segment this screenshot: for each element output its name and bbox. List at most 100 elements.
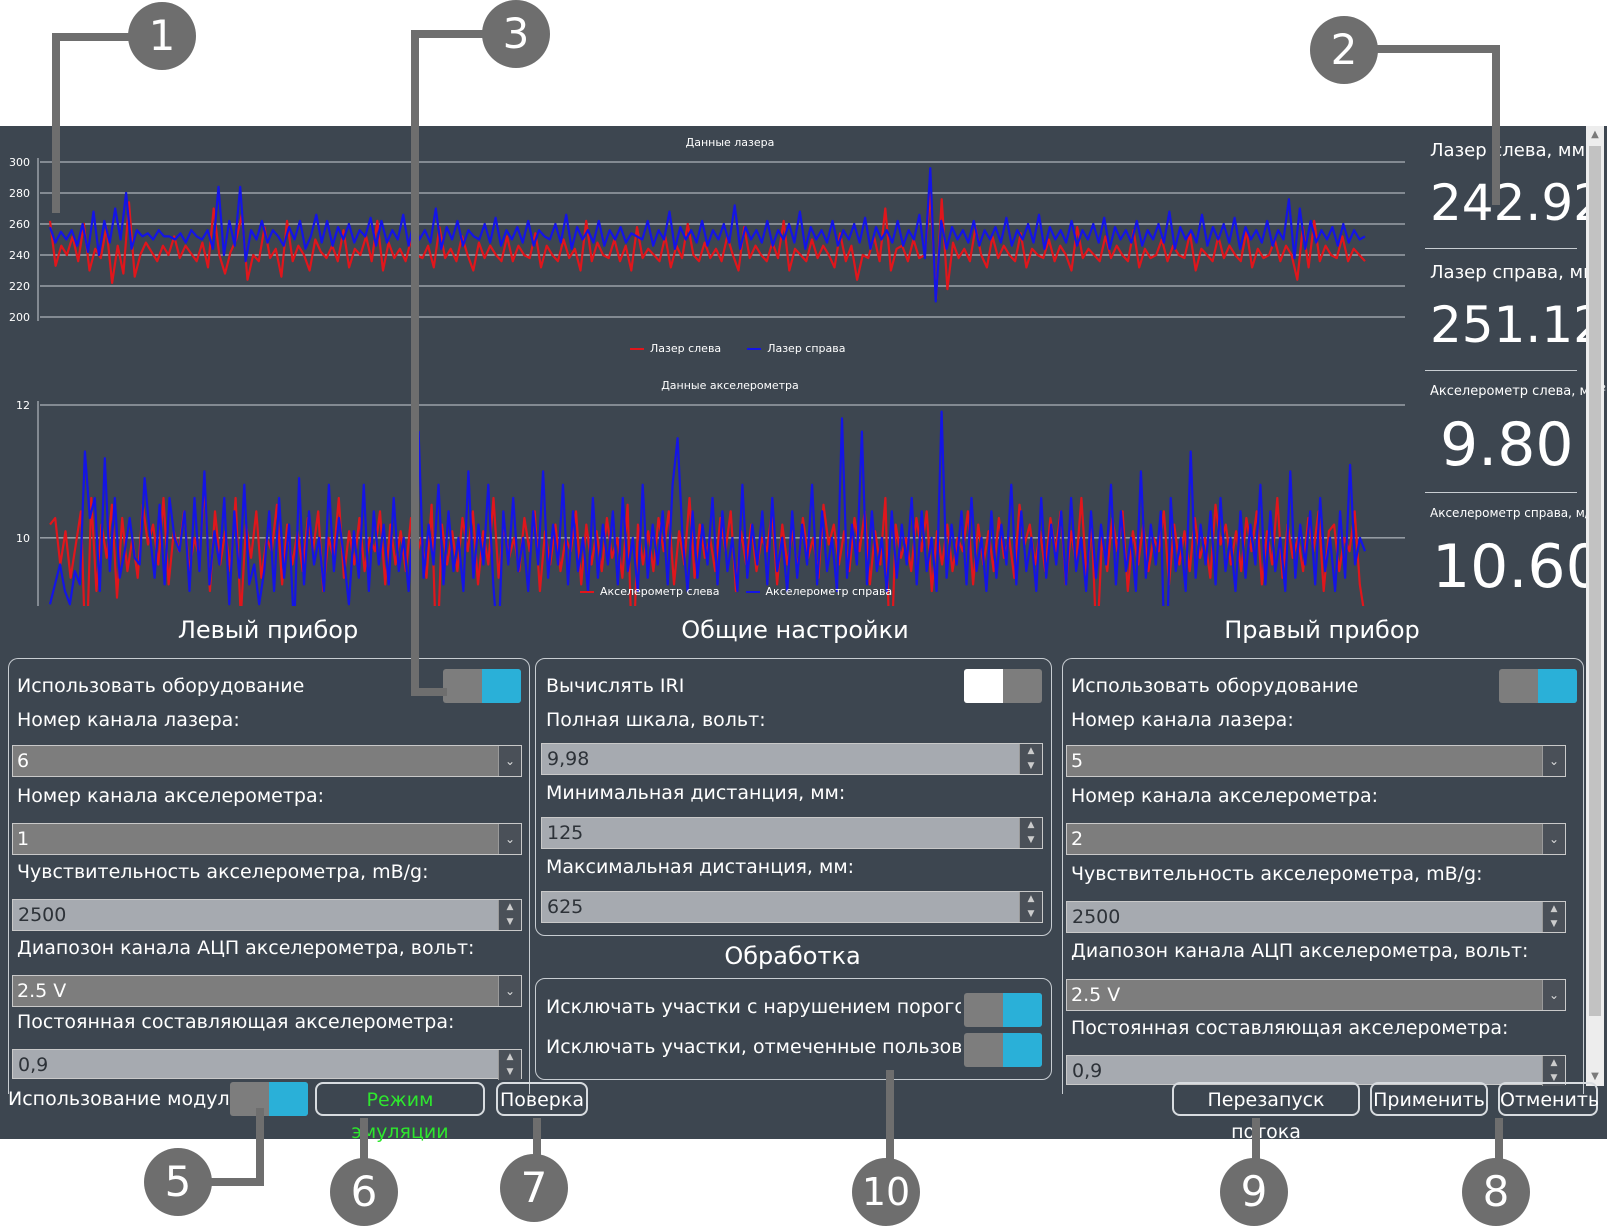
accel-right-value: 10.60 bbox=[1432, 532, 1604, 602]
callout-7: 7 bbox=[500, 1154, 568, 1222]
callout-leader-3 bbox=[411, 688, 447, 696]
full-scale-label: Полная шкала, вольт: bbox=[546, 709, 766, 731]
chevron-down-icon[interactable]: ⌄ bbox=[1542, 824, 1565, 854]
right-use-equipment-label: Использовать оборудование bbox=[1071, 675, 1359, 697]
spin-value: 125 bbox=[547, 822, 584, 844]
spin-buttons[interactable]: ▲ ▼ bbox=[498, 1050, 521, 1080]
left-dc-component-spinner[interactable]: 0,9 ▲ ▼ bbox=[12, 1049, 522, 1080]
readout-separator bbox=[1425, 248, 1577, 249]
laser-chart: 300 280 260 240 220 200 bbox=[9, 156, 1405, 324]
right-dc-component-spinner[interactable]: 0,9 ▲ ▼ bbox=[1066, 1055, 1566, 1086]
spin-buttons[interactable]: ▲ ▼ bbox=[498, 900, 521, 930]
chevron-down-icon[interactable]: ⌄ bbox=[498, 746, 521, 776]
left-dc-component-label: Постоянная составляющая акселерометра: bbox=[17, 1011, 455, 1033]
left-accel-channel-label: Номер канала акселерометра: bbox=[17, 785, 325, 807]
spin-down-icon[interactable]: ▼ bbox=[1020, 833, 1042, 848]
scroll-up-icon[interactable]: ▲ bbox=[1586, 126, 1604, 144]
scrollbar-thumb[interactable] bbox=[1589, 146, 1601, 1016]
legend-swatch-red bbox=[580, 590, 594, 593]
legend-label: Лазер слева bbox=[650, 342, 722, 355]
cancel-button[interactable]: Отменить bbox=[1498, 1082, 1599, 1116]
spin-up-icon[interactable]: ▲ bbox=[1020, 818, 1042, 833]
min-distance-spinner[interactable]: 125 ▲ ▼ bbox=[541, 817, 1043, 849]
spin-buttons[interactable]: ▲ ▼ bbox=[1019, 818, 1042, 848]
right-accel-channel-select[interactable]: 2 ⌄ bbox=[1066, 823, 1566, 855]
left-adc-range-select[interactable]: 2.5 V ⌄ bbox=[12, 975, 522, 1007]
spin-up-icon[interactable]: ▲ bbox=[499, 1050, 521, 1065]
right-sensitivity-label: Чувствительность акселерометра, mB/g: bbox=[1071, 863, 1483, 885]
restart-stream-button[interactable]: Перезапуск потока bbox=[1172, 1082, 1360, 1143]
callout-5: 5 bbox=[144, 1148, 212, 1216]
left-sensitivity-label: Чувствительность акселерометра, mB/g: bbox=[17, 861, 429, 883]
spin-up-icon[interactable]: ▲ bbox=[499, 900, 521, 915]
exclude-user-toggle[interactable] bbox=[964, 1033, 1042, 1067]
toggle-on-indicator bbox=[1003, 993, 1042, 1027]
spin-up-icon[interactable]: ▲ bbox=[1543, 902, 1565, 917]
spin-down-icon[interactable]: ▼ bbox=[499, 1065, 521, 1080]
legend-item-laser-left: Лазер слева bbox=[630, 342, 721, 355]
max-distance-spinner[interactable]: 625 ▲ ▼ bbox=[541, 891, 1043, 923]
chevron-down-icon[interactable]: ⌄ bbox=[498, 824, 521, 854]
spin-up-icon[interactable]: ▲ bbox=[1020, 892, 1042, 907]
right-laser-channel-label: Номер канала лазера: bbox=[1071, 709, 1294, 731]
common-settings-group: Вычислять IRI Полная шкала, вольт: 9,98 ▲… bbox=[535, 658, 1052, 936]
left-device-group: Использовать оборудование Номер канала л… bbox=[8, 658, 530, 1094]
spin-down-icon[interactable]: ▼ bbox=[1543, 917, 1565, 932]
emulation-mode-button[interactable]: Режим эмуляции bbox=[315, 1082, 485, 1143]
compute-iri-toggle[interactable] bbox=[964, 669, 1042, 703]
toggle-on-indicator bbox=[269, 1082, 308, 1116]
spin-up-icon[interactable]: ▲ bbox=[1543, 1056, 1565, 1071]
toggle-on-indicator bbox=[482, 669, 521, 703]
apply-button[interactable]: Применить bbox=[1370, 1082, 1488, 1116]
left-adc-range-label: Диапозон канала АЦП акселерометра, вольт… bbox=[17, 937, 475, 959]
spin-up-icon[interactable]: ▲ bbox=[1020, 744, 1042, 759]
callout-2: 2 bbox=[1310, 16, 1378, 84]
chevron-down-icon[interactable]: ⌄ bbox=[1542, 980, 1565, 1010]
left-use-equipment-toggle[interactable] bbox=[443, 669, 521, 703]
laser-left-value: 242.92 bbox=[1430, 174, 1605, 232]
laser-chart-legend: Лазер слева Лазер справа bbox=[630, 342, 845, 355]
accel-left-value: 9.80 bbox=[1440, 410, 1574, 480]
right-accel-channel-label: Номер канала акселерометра: bbox=[1071, 785, 1379, 807]
spin-down-icon[interactable]: ▼ bbox=[1020, 759, 1042, 774]
y-tick-label: 10 bbox=[16, 532, 30, 545]
verification-button[interactable]: Поверка bbox=[496, 1082, 588, 1116]
exclude-threshold-toggle[interactable] bbox=[964, 993, 1042, 1027]
callout-9: 9 bbox=[1220, 1158, 1288, 1226]
legend-item-accel-left: Акселерометр слева bbox=[580, 585, 720, 598]
chevron-down-icon[interactable]: ⌄ bbox=[1542, 746, 1565, 776]
module-usage-toggle[interactable] bbox=[230, 1082, 308, 1116]
right-laser-channel-select[interactable]: 5 ⌄ bbox=[1066, 745, 1566, 777]
full-scale-spinner[interactable]: 9,98 ▲ ▼ bbox=[541, 743, 1043, 775]
spin-buttons[interactable]: ▲ ▼ bbox=[1542, 902, 1565, 932]
exclude-threshold-label: Исключать участки с нарушением пороговых bbox=[546, 996, 961, 1018]
combo-value: 2 bbox=[1071, 828, 1084, 850]
callout-leader-1 bbox=[52, 33, 132, 41]
combo-value: 6 bbox=[17, 750, 30, 772]
right-device-group: Использовать оборудование Номер канала л… bbox=[1062, 658, 1584, 1094]
left-laser-channel-select[interactable]: 6 ⌄ bbox=[12, 745, 522, 777]
left-laser-channel-label: Номер канала лазера: bbox=[17, 709, 240, 731]
accel-chart: 12108 bbox=[16, 399, 1405, 606]
exclude-user-label: Исключать участки, отмеченные пользовате… bbox=[546, 1036, 961, 1058]
series-line bbox=[48, 410, 1367, 606]
y-tick-label: 200 bbox=[9, 311, 30, 324]
left-sensitivity-spinner[interactable]: 2500 ▲ ▼ bbox=[12, 899, 522, 931]
spin-down-icon[interactable]: ▼ bbox=[1020, 907, 1042, 922]
right-use-equipment-toggle[interactable] bbox=[1499, 669, 1577, 703]
legend-swatch-blue bbox=[745, 590, 760, 593]
spin-buttons[interactable]: ▲ ▼ bbox=[1019, 892, 1042, 922]
chevron-down-icon[interactable]: ⌄ bbox=[498, 976, 521, 1006]
legend-label: Лазер справа bbox=[767, 342, 846, 355]
laser-right-value: 251.12 bbox=[1430, 296, 1605, 354]
right-sensitivity-spinner[interactable]: 2500 ▲ ▼ bbox=[1066, 901, 1566, 933]
left-device-title: Левый прибор bbox=[177, 616, 359, 644]
right-adc-range-select[interactable]: 2.5 V ⌄ bbox=[1066, 979, 1566, 1011]
accel-right-label: Акселерометр справа, м/с² bbox=[1430, 506, 1601, 520]
spin-down-icon[interactable]: ▼ bbox=[499, 915, 521, 930]
callout-8: 8 bbox=[1462, 1158, 1530, 1226]
laser-right-label: Лазер справа, мм bbox=[1430, 262, 1597, 283]
spin-buttons[interactable]: ▲ ▼ bbox=[1019, 744, 1042, 774]
vertical-scrollbar[interactable]: ▲ ▼ bbox=[1586, 126, 1604, 1086]
left-accel-channel-select[interactable]: 1 ⌄ bbox=[12, 823, 522, 855]
